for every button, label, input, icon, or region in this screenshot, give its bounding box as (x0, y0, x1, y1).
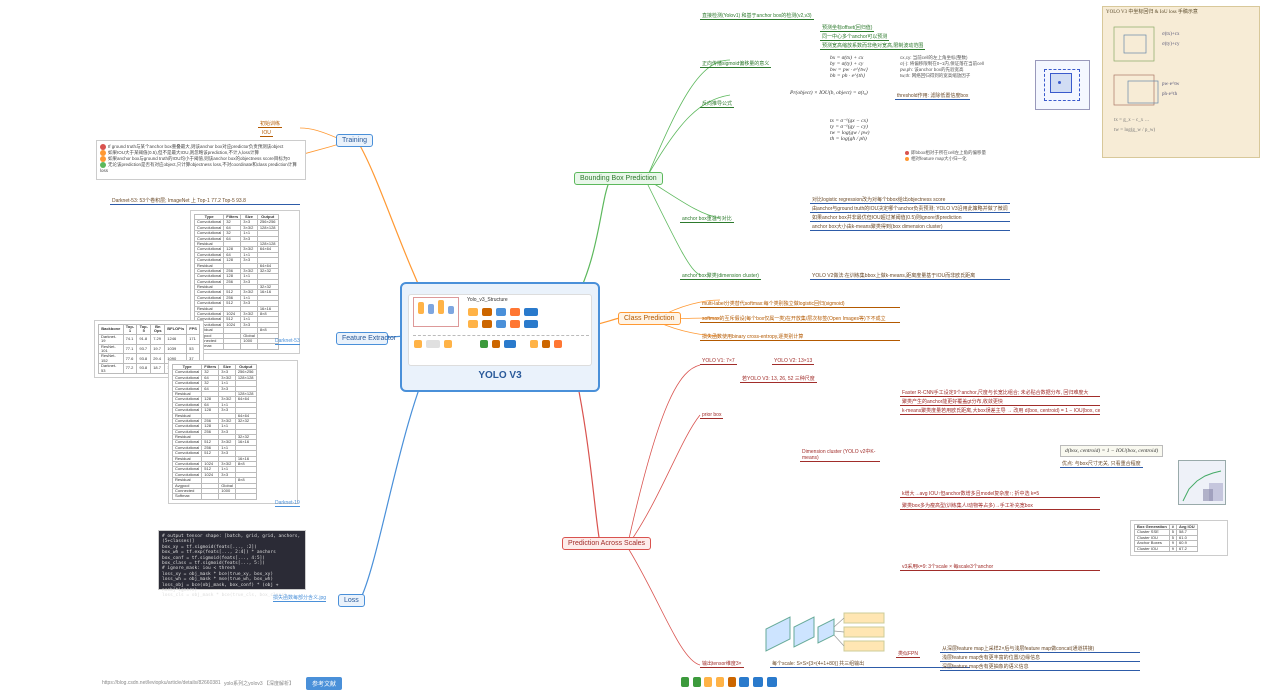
scales-fpn-lines: 从深层feature map上采样2×后与浅层feature map做conca… (940, 644, 1140, 672)
branch-feature-extractor[interactable]: Feature Extractor (336, 332, 388, 345)
darknet19-table: TypeFiltersSizeOutputConvolutional323×32… (172, 364, 257, 500)
svg-text:σ(ty)+cy: σ(ty)+cy (1162, 42, 1180, 47)
loss-link[interactable]: 损失函数每部分含义.jpg (273, 594, 326, 602)
loss-code-panel: # output tensor shape: [batch, grid, gri… (158, 530, 306, 590)
training-c[interactable]: IOU (260, 130, 273, 137)
scale-v3: 若YOLO V3: 13, 26, 52 三种尺度 (740, 375, 817, 383)
scales-fpn-title: 类似FPN (896, 650, 920, 658)
bbox-top: 直接检测(Yolov1) 和基于anchor box的检测(v2,v3) (700, 12, 814, 20)
footer-link[interactable]: https://blog.csdn.net/leviopku/article/d… (100, 680, 223, 686)
svg-text:σ(tx)+cx: σ(tx)+cx (1162, 32, 1180, 37)
boxgen-table: Box Generation#Avg IOUCluster SSE558.7Cl… (1134, 524, 1198, 552)
iou-distance-note: 优点: 与box尺寸无关, 只看重合程度 (1060, 460, 1143, 468)
iou-distance-formula: d(box, centroid) = 1 − IOU(box, centroid… (1060, 445, 1163, 457)
bbox-inverse-title: 反向推导公式 (700, 100, 734, 108)
darknet53-table: TypeFiltersSizeOutputConvolutional323×32… (194, 214, 279, 350)
bbox-sub0: 预测坐标offset(回归值) (820, 24, 874, 32)
backbone-header: Darknet-53: 53个卷积层; ImageNet 上 Top-1 77.… (110, 197, 300, 205)
handnote-panel: YOLO V3 中坐标回归 & IoU loss 手稿示意 σ(tx)+cx σ… (1102, 6, 1260, 158)
class-line1: softmax的互斥假设(每个box仅属一类)在开放集/层次标签(Open Im… (700, 315, 900, 323)
anchor-lines: 对比logistic regression改为对每个bbox给出objectne… (810, 195, 1010, 232)
branch-class-pred[interactable]: Class Prediction (618, 312, 681, 325)
arch-thumbnail: Yolo_v3_Structure (408, 294, 592, 366)
training-a[interactable]: 初始训练 (258, 120, 282, 128)
svg-text:pw·e^tw: pw·e^tw (1162, 82, 1180, 87)
fpn-thumbnail (760, 603, 890, 658)
arch-thumb-small (680, 676, 810, 690)
scale-strat2: 聚类box多为瘦高型(训练集人/动物等占多)→手工补充宽box (900, 502, 1100, 510)
bbox-thresh-note: threshold作用: 滤除低置信度box (895, 92, 970, 100)
branch-scales[interactable]: Prediction Across Scales (562, 537, 651, 550)
scale-strat3: v3采用k=9: 3个scale × 每scale3个anchor (900, 563, 1100, 571)
scale-version: YOLO V1: 7×7 (700, 358, 737, 365)
bbox-prob-formula: Pr(object) × IOU(b, object) = σ(t₀) (790, 90, 868, 96)
darknet19-table-panel: TypeFiltersSizeOutputConvolutional323×32… (168, 360, 298, 504)
footer-btn[interactable]: 参考文献 (306, 677, 342, 690)
scales-output-title: 输出tensor维度3× (700, 660, 744, 668)
bbox-sub1: 同一中心多个anchor可以预测 (820, 33, 889, 41)
class-line0: multi-label分类替代softmax:每个类别独立做logistic回归… (700, 300, 900, 308)
footer-mid: yolo系列之yolov3 【深度解析】 (222, 680, 296, 687)
svg-text:ph·e^th: ph·e^th (1162, 92, 1178, 97)
dimcluster-label[interactable]: Dimension cluster (YOLO v2中K-means) (800, 448, 880, 462)
arch-sub-label: Yolo_v3_Structure (467, 297, 508, 303)
left-notes-panel: If ground truth与某个anchor box重叠最大,则该ancho… (96, 140, 306, 180)
bbox-inverse-notes: 即bbox相对于所在cell左上角的偏移量 相对feature map大小归一化 (905, 150, 986, 162)
class-line2: 损失函数使用binary cross-entropy,逐类别计算 (700, 333, 900, 341)
left-note-2: 如果IOU大于某阈值(0.5),但不是最大IOU,则忽略该prediction,… (108, 150, 259, 155)
darknet53-link[interactable]: Darknet-53 (275, 338, 300, 345)
bbox-formula-notes: cx,cy: 当前cell的左上角坐标(整数) σ(·): 将偏移限制在0~1内… (900, 55, 984, 79)
left-note-3: 如果anchor box与ground truth的IOU均小于阈值,则该anc… (108, 156, 290, 161)
branch-training[interactable]: Training (336, 134, 373, 147)
bbox-formula-block: bx = σ(tx) + cx by = σ(ty) + cy bw = pw … (830, 55, 868, 79)
boxgen-table-panel: Box Generation#Avg IOUCluster SSE558.7Cl… (1130, 520, 1228, 556)
scales-anchor-lines: Faster R-CNN手工设定9个anchor,尺度与长宽比组合; 未必贴合数… (900, 388, 1100, 416)
darknet53-table-panel: TypeFiltersSizeOutputConvolutional323×32… (190, 210, 300, 354)
svg-text:tx = g_x − c_x …: tx = g_x − c_x … (1114, 118, 1150, 123)
bbox-sigmoid-title: 正向传播sigmoid偏移量的意义 (700, 60, 771, 68)
bbox-diagram (1035, 60, 1090, 110)
scale-strat1: k增大→avg IOU↑但anchor数增多且model复杂度↑; 折中选 k=… (900, 490, 1100, 498)
center-title: YOLO V3 (478, 370, 521, 381)
priorbox-label[interactable]: prior box (700, 412, 723, 419)
handnote-heading: YOLO V3 中坐标回归 & IoU loss 手稿示意 (1106, 10, 1256, 17)
darknet19-link[interactable]: Darknet-19 (275, 500, 300, 507)
anchor-cluster-title: anchor box聚类(dimension cluster) (680, 272, 761, 280)
branch-bbox[interactable]: Bounding Box Prediction (574, 172, 663, 185)
cluster-plot (1178, 460, 1226, 505)
left-note-4: 无论该prediction是否有对应object,只计算objectness l… (100, 162, 297, 173)
svg-text:tw = log(g_w / p_w): tw = log(g_w / p_w) (1114, 128, 1155, 133)
anchor-title: anchor box重温与对比 (680, 215, 734, 223)
bbox-sub2: 预测宽高缩放系数而非绝对宽高,限制波动范围 (820, 42, 925, 50)
center-node[interactable]: Yolo_v3_Structure (400, 282, 600, 392)
left-note-1: If ground truth与某个anchor box重叠最大,则该ancho… (108, 144, 283, 149)
anchor-cluster-sub: YOLO V2做法:在训练集bbox上做k-means,距离度量基于IOU而非欧… (810, 272, 1010, 280)
bbox-inverse-block: tx = σ⁻¹(gx − cx) ty = σ⁻¹(gy − cy) tw =… (830, 118, 869, 142)
branch-loss[interactable]: Loss (338, 594, 365, 607)
scale-v2: YOLO V2: 13×13 (772, 358, 814, 365)
